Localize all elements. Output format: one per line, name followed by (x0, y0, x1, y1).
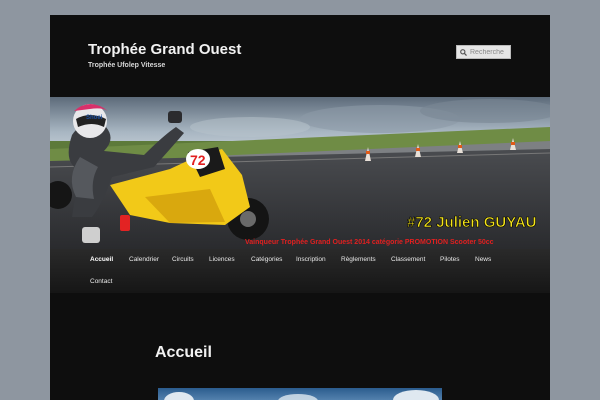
content-image-cloud (393, 390, 439, 400)
nav-item-categories[interactable]: Catégories (251, 249, 282, 271)
content-image[interactable] (158, 388, 442, 400)
nav-item-reglements[interactable]: Règlements (341, 249, 376, 271)
svg-text:72: 72 (190, 152, 206, 168)
search-box[interactable] (456, 45, 511, 59)
nav-item-pilotes[interactable]: Pilotes (440, 249, 460, 271)
nav-item-licences[interactable]: Licences (209, 249, 235, 271)
svg-text:Shoei: Shoei (86, 115, 103, 121)
header-banner-image[interactable]: 72 Shoei #72 Julien GUYAU Vainqueur Trop… (50, 97, 550, 249)
nav-item-calendrier[interactable]: Calendrier (129, 249, 159, 271)
search-input[interactable] (470, 46, 510, 58)
banner-caption-sub: Vainqueur Trophée Grand Ouest 2014 catég… (245, 239, 494, 246)
nav-item-classement[interactable]: Classement (391, 249, 425, 271)
site-page: Trophée Grand Ouest Trophée Ufolep Vites… (50, 15, 550, 400)
nav-item-accueil[interactable]: Accueil (90, 249, 113, 271)
nav-item-news[interactable]: News (475, 249, 491, 271)
content-image-cloud (164, 392, 194, 400)
nav-row-2: Contact (50, 271, 550, 293)
nav-item-contact[interactable]: Contact (90, 271, 112, 293)
site-description: Trophée Ufolep Vitesse (88, 62, 166, 69)
main-navigation: Accueil Calendrier Circuits Licences Cat… (50, 249, 550, 293)
nav-row-1: Accueil Calendrier Circuits Licences Cat… (50, 249, 550, 271)
content-image-cloud (278, 394, 318, 400)
page-title: Accueil (155, 344, 212, 361)
nav-item-inscription[interactable]: Inscription (296, 249, 326, 271)
site-title[interactable]: Trophée Grand Ouest (88, 41, 241, 58)
nav-item-circuits[interactable]: Circuits (172, 249, 194, 271)
search-icon (460, 49, 467, 56)
banner-caption-main: #72 Julien GUYAU (407, 214, 537, 231)
